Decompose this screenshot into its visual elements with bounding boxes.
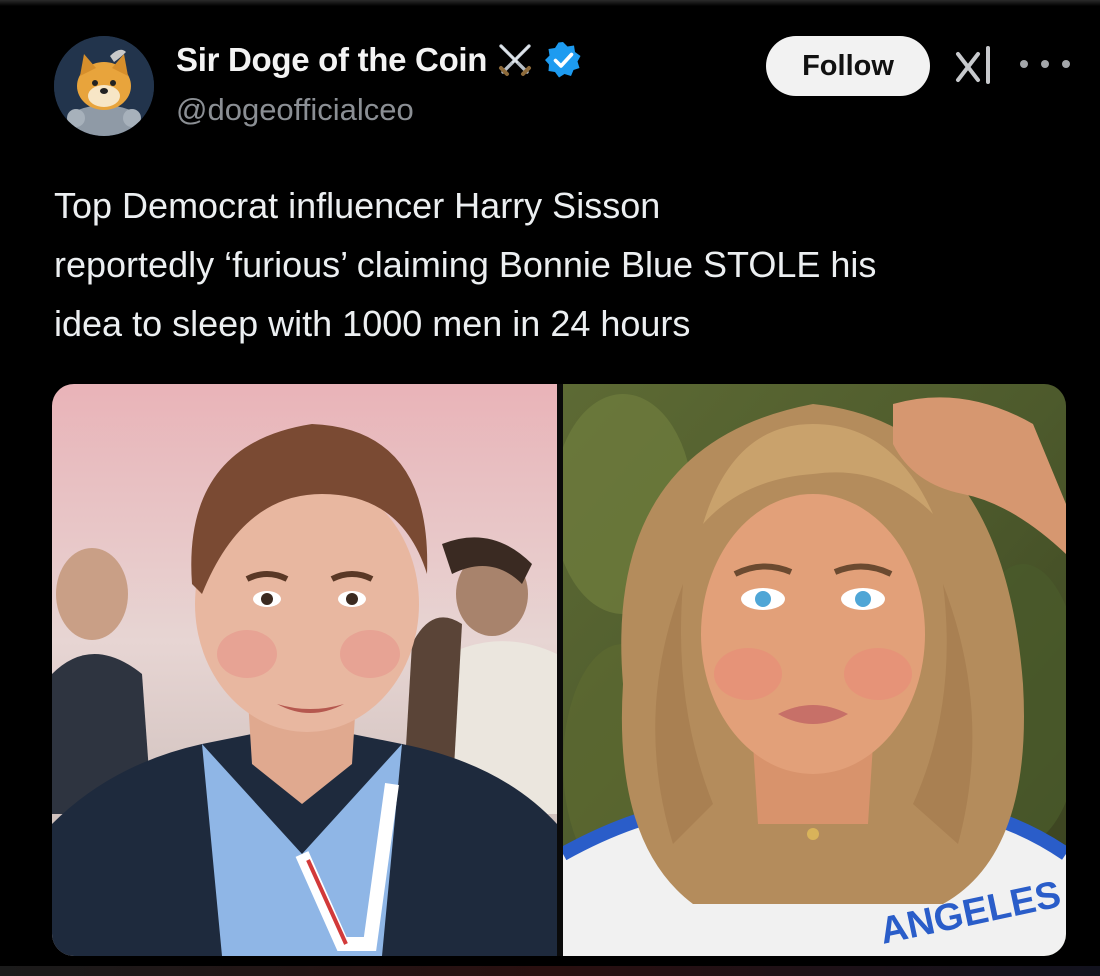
- man-photo-icon: [52, 384, 557, 956]
- author-handle[interactable]: @dogeofficialceo: [176, 92, 414, 128]
- photo-man-lanyard[interactable]: [52, 384, 557, 956]
- more-options-icon[interactable]: [1020, 52, 1070, 76]
- post-text: Top Democrat influencer Harry Sisson rep…: [54, 176, 1064, 353]
- post-text-line: reportedly ‘furious’ claiming Bonnie Blu…: [54, 244, 877, 285]
- post-text-line: Top Democrat influencer Harry Sisson: [54, 185, 661, 226]
- grok-icon[interactable]: [952, 44, 996, 88]
- bottom-edge: [0, 966, 1100, 976]
- doge-avatar-icon: [54, 36, 154, 136]
- photo-woman-selfie[interactable]: ANGELES: [563, 384, 1066, 956]
- post-media-grid: ANGELES: [52, 384, 1066, 956]
- top-edge: [0, 0, 1100, 6]
- author-display-name[interactable]: Sir Doge of the Coin: [176, 41, 487, 79]
- author-avatar[interactable]: [54, 36, 154, 136]
- verified-badge-icon: [545, 42, 581, 78]
- author-name-row: Sir Doge of the Coin: [176, 40, 583, 80]
- woman-photo-icon: ANGELES: [563, 384, 1066, 956]
- follow-button[interactable]: Follow: [766, 36, 930, 96]
- post-screenshot: Sir Doge of the Coin @dogeofficialceo Fo…: [0, 0, 1100, 976]
- post-text-line: idea to sleep with 1000 men in 24 hours: [54, 303, 691, 344]
- crossed-swords-icon: [499, 44, 532, 76]
